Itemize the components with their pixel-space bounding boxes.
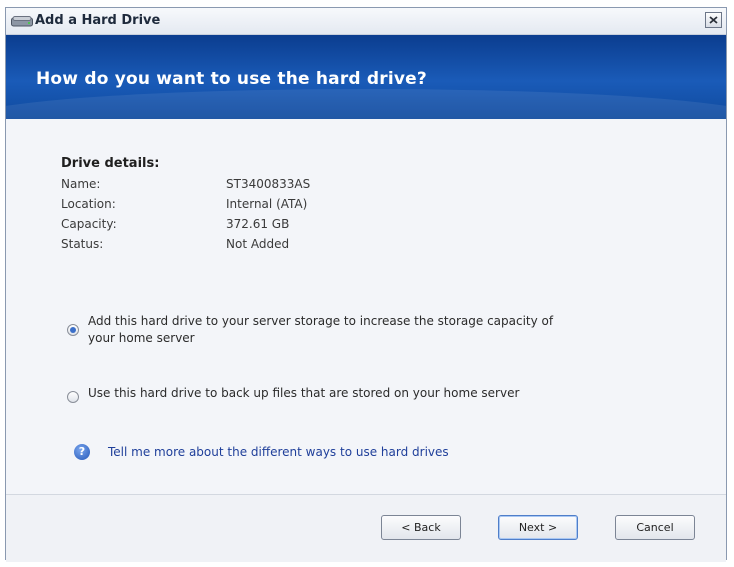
storage-option-radio[interactable] <box>67 324 79 336</box>
title-bar[interactable]: Add a Hard Drive <box>6 8 726 35</box>
detail-value: 372.61 GB <box>226 217 290 231</box>
detail-value: Internal (ATA) <box>226 197 308 211</box>
detail-row-capacity: Capacity: 372.61 GB <box>61 217 289 231</box>
next-button[interactable]: Next > <box>498 515 578 540</box>
window-title: Add a Hard Drive <box>35 13 161 28</box>
storage-option-line2: your home server <box>88 331 195 345</box>
add-hard-drive-dialog: Add a Hard Drive How do you want to use … <box>5 7 727 562</box>
storage-option-label[interactable]: Add this hard drive to your server stora… <box>88 313 553 347</box>
storage-option-line1: Add this hard drive to your server stora… <box>88 314 554 328</box>
hard-drive-icon <box>11 16 33 27</box>
backup-option-label[interactable]: Use this hard drive to back up files tha… <box>88 385 519 402</box>
backup-option-radio[interactable] <box>67 391 79 403</box>
detail-value: Not Added <box>226 237 290 251</box>
detail-label: Location: <box>61 197 116 211</box>
help-link[interactable]: Tell me more about the different ways to… <box>108 445 449 459</box>
close-button[interactable] <box>705 12 722 28</box>
detail-value: ST3400833AS <box>226 177 311 191</box>
detail-row-location: Location: Internal (ATA) <box>61 197 307 211</box>
question-icon[interactable]: ? <box>74 444 90 460</box>
cancel-button[interactable]: Cancel <box>615 515 695 540</box>
detail-label: Status: <box>61 237 104 251</box>
wizard-header: How do you want to use the hard drive? <box>6 35 726 119</box>
back-button[interactable]: < Back <box>381 515 461 540</box>
detail-label: Capacity: <box>61 217 117 231</box>
wizard-content: Drive details: Name: ST3400833AS Location… <box>6 119 726 494</box>
drive-details-heading: Drive details: <box>61 156 160 171</box>
detail-row-name: Name: ST3400833AS <box>61 177 310 191</box>
close-icon <box>709 16 718 24</box>
detail-label: Name: <box>61 177 101 191</box>
detail-row-status: Status: Not Added <box>61 237 289 251</box>
page-title: How do you want to use the hard drive? <box>36 69 427 89</box>
wizard-footer: < Back Next > Cancel <box>6 494 726 562</box>
